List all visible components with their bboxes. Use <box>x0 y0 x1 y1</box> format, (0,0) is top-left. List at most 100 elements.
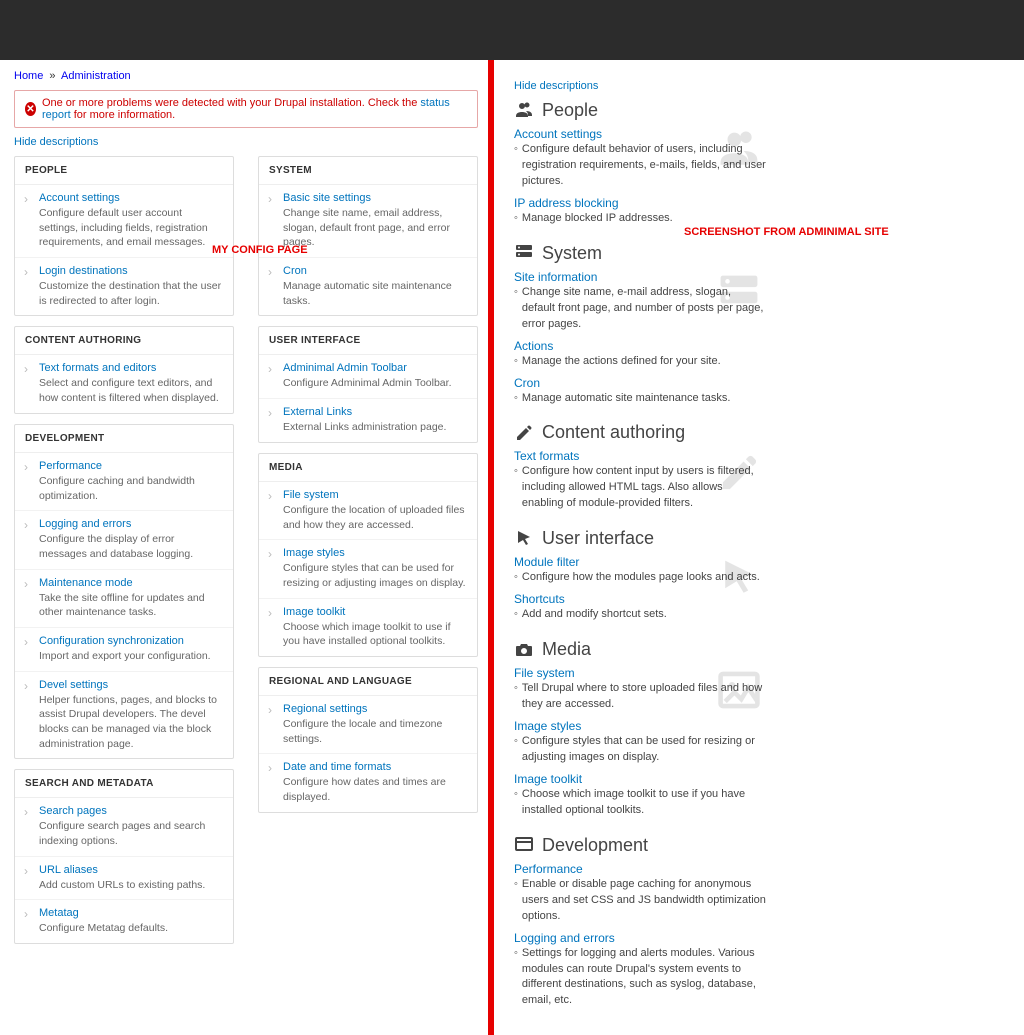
image-bg-icon <box>716 667 762 713</box>
config-link-item[interactable]: PerformanceConfigure caching and bandwid… <box>15 453 233 511</box>
card-header: People <box>514 100 766 121</box>
config-link-item[interactable]: Login destinationsCustomize the destinat… <box>15 258 233 315</box>
config-link-desc: Choose which image toolkit to use if you… <box>283 620 467 649</box>
alert-text-post: for more information. <box>74 109 175 121</box>
config-section: CONTENT AUTHORINGText formats and editor… <box>14 326 234 413</box>
category-item-link[interactable]: Performance <box>514 862 766 876</box>
config-link-title[interactable]: Cron <box>283 265 467 277</box>
config-link-desc: Configure how dates and times are displa… <box>283 775 467 804</box>
category-item-desc: ◦Enable or disable page caching for anon… <box>514 877 766 925</box>
breadcrumb: Home » Administration <box>14 70 478 82</box>
category-item-link[interactable]: Cron <box>514 376 766 390</box>
card-title: Content authoring <box>542 422 685 443</box>
card-title: Development <box>542 835 648 856</box>
hide-descriptions-link-left[interactable]: Hide descriptions <box>14 136 98 148</box>
category-card: MediaFile system◦Tell Drupal where to st… <box>514 639 766 825</box>
category-item: Performance◦Enable or disable page cachi… <box>514 862 766 925</box>
config-link-title[interactable]: Metatag <box>39 907 223 919</box>
card-header: Content authoring <box>514 422 766 443</box>
overlay-label-left: MY CONFIG PAGE <box>212 244 308 256</box>
section-heading: SYSTEM <box>259 157 477 185</box>
config-link-title[interactable]: Image styles <box>283 547 467 559</box>
config-link-item[interactable]: Devel settings Helper functions, pages, a… <box>15 672 233 759</box>
category-item-desc: ◦Manage automatic site maintenance tasks… <box>514 391 766 407</box>
config-link-title[interactable]: Adminimal Admin Toolbar <box>283 362 467 374</box>
section-heading: REGIONAL AND LANGUAGE <box>259 668 477 696</box>
config-link-title[interactable]: Text formats and editors <box>39 362 223 374</box>
error-icon: ✕ <box>25 102 36 116</box>
hide-descriptions-link-right[interactable]: Hide descriptions <box>514 80 598 92</box>
config-link-title[interactable]: Maintenance mode <box>39 577 223 589</box>
config-link-title[interactable]: External Links <box>283 406 467 418</box>
config-link-title[interactable]: Account settings <box>39 192 223 204</box>
config-link-item[interactable]: Cron Manage automatic site maintenance ta… <box>259 258 477 315</box>
config-section: SEARCH AND METADATASearch pagesConfigure… <box>14 769 234 944</box>
config-link-title[interactable]: Logging and errors <box>39 518 223 530</box>
pencil-bg-icon <box>716 450 762 496</box>
breadcrumb-admin[interactable]: Administration <box>61 70 131 82</box>
config-link-title[interactable]: Devel settings <box>39 679 223 691</box>
config-link-desc: Configure the location of uploaded files… <box>283 503 467 532</box>
config-link-desc: External Links administration page. <box>283 420 467 435</box>
category-item-desc: ◦Add and modify shortcut sets. <box>514 607 766 623</box>
config-link-item[interactable]: Adminimal Admin ToolbarConfigure Adminim… <box>259 355 477 399</box>
config-link-title[interactable]: URL aliases <box>39 864 223 876</box>
category-item-desc: ◦Manage blocked IP addresses. <box>514 211 766 227</box>
config-link-item[interactable]: Image styles Configure styles that can be… <box>259 540 477 598</box>
config-section: PEOPLEAccount settingsConfigure default … <box>14 156 234 316</box>
category-item: Image toolkit◦Choose which image toolkit… <box>514 772 766 819</box>
config-link-item[interactable]: Configuration synchronizationImport and … <box>15 628 233 672</box>
category-item-link[interactable]: Image toolkit <box>514 772 766 786</box>
config-link-desc: Configure styles that can be used for re… <box>283 561 467 590</box>
category-item-link[interactable]: Logging and errors <box>514 931 766 945</box>
category-item-desc: ◦Settings for logging and alerts modules… <box>514 946 766 1010</box>
category-item-link[interactable]: Image styles <box>514 719 766 733</box>
bullet-icon: ◦ <box>514 607 518 623</box>
config-link-desc: Helper functions, pages, and blocks to a… <box>39 693 223 752</box>
breadcrumb-home[interactable]: Home <box>14 70 43 82</box>
config-link-item[interactable]: Date and time formats Configure how dates… <box>259 754 477 811</box>
window-icon <box>514 835 534 855</box>
bullet-icon: ◦ <box>514 354 518 370</box>
config-section: DEVELOPMENTPerformanceConfigure caching … <box>14 424 234 760</box>
server-icon <box>514 243 534 263</box>
config-link-desc: Configure default user account settings,… <box>39 206 223 250</box>
config-link-desc: Manage automatic site maintenance tasks. <box>283 279 467 308</box>
bullet-icon: ◦ <box>514 464 518 512</box>
alert-text-pre: One or more problems were detected with … <box>42 97 420 109</box>
config-link-item[interactable]: Image toolkit Choose which image toolkit … <box>259 599 477 656</box>
category-item-link[interactable]: IP address blocking <box>514 196 766 210</box>
config-link-title[interactable]: Date and time formats <box>283 761 467 773</box>
card-header: User interface <box>514 528 766 549</box>
config-link-title[interactable]: Login destinations <box>39 265 223 277</box>
config-link-item[interactable]: Logging and errors Configure the display … <box>15 511 233 569</box>
config-link-item[interactable]: File system Configure the location of upl… <box>259 482 477 540</box>
category-card: Content authoringText formats◦Configure … <box>514 422 766 518</box>
config-link-item[interactable]: Search pagesConfigure search pages and s… <box>15 798 233 856</box>
config-link-title[interactable]: Regional settings <box>283 703 467 715</box>
config-link-item[interactable]: Text formats and editorsSelect and confi… <box>15 355 233 412</box>
config-link-item[interactable]: Regional settingsConfigure the locale an… <box>259 696 477 754</box>
category-item-link[interactable]: Actions <box>514 339 766 353</box>
category-item-desc: ◦Configure styles that can be used for r… <box>514 734 766 766</box>
config-link-item[interactable]: URL aliasesAdd custom URLs to existing p… <box>15 857 233 901</box>
config-link-desc: Take the site offline for updates and ot… <box>39 591 223 620</box>
config-link-item[interactable]: MetatagConfigure Metatag defaults. <box>15 900 233 943</box>
config-link-desc: Configure the display of error messages … <box>39 532 223 561</box>
config-section: MEDIAFile systemConfigure the location o… <box>258 453 478 657</box>
config-link-title[interactable]: Performance <box>39 460 223 472</box>
config-link-item[interactable]: Account settings Configure default user a… <box>15 185 233 258</box>
config-link-title[interactable]: Configuration synchronization <box>39 635 223 647</box>
bullet-icon: ◦ <box>514 787 518 819</box>
config-link-title[interactable]: Basic site settings <box>283 192 467 204</box>
config-link-title[interactable]: File system <box>283 489 467 501</box>
users-icon <box>514 101 534 121</box>
category-card: PeopleAccount settings◦Configure default… <box>514 100 766 233</box>
config-link-item[interactable]: Maintenance mode Take the site offline fo… <box>15 570 233 628</box>
right-pane: Hide descriptions PeopleAccount settings… <box>494 60 1018 1035</box>
config-link-title[interactable]: Search pages <box>39 805 223 817</box>
config-link-title[interactable]: Image toolkit <box>283 606 467 618</box>
config-link-item[interactable]: External Links External Links administrat… <box>259 399 477 442</box>
section-heading: DEVELOPMENT <box>15 425 233 453</box>
bullet-icon: ◦ <box>514 211 518 227</box>
